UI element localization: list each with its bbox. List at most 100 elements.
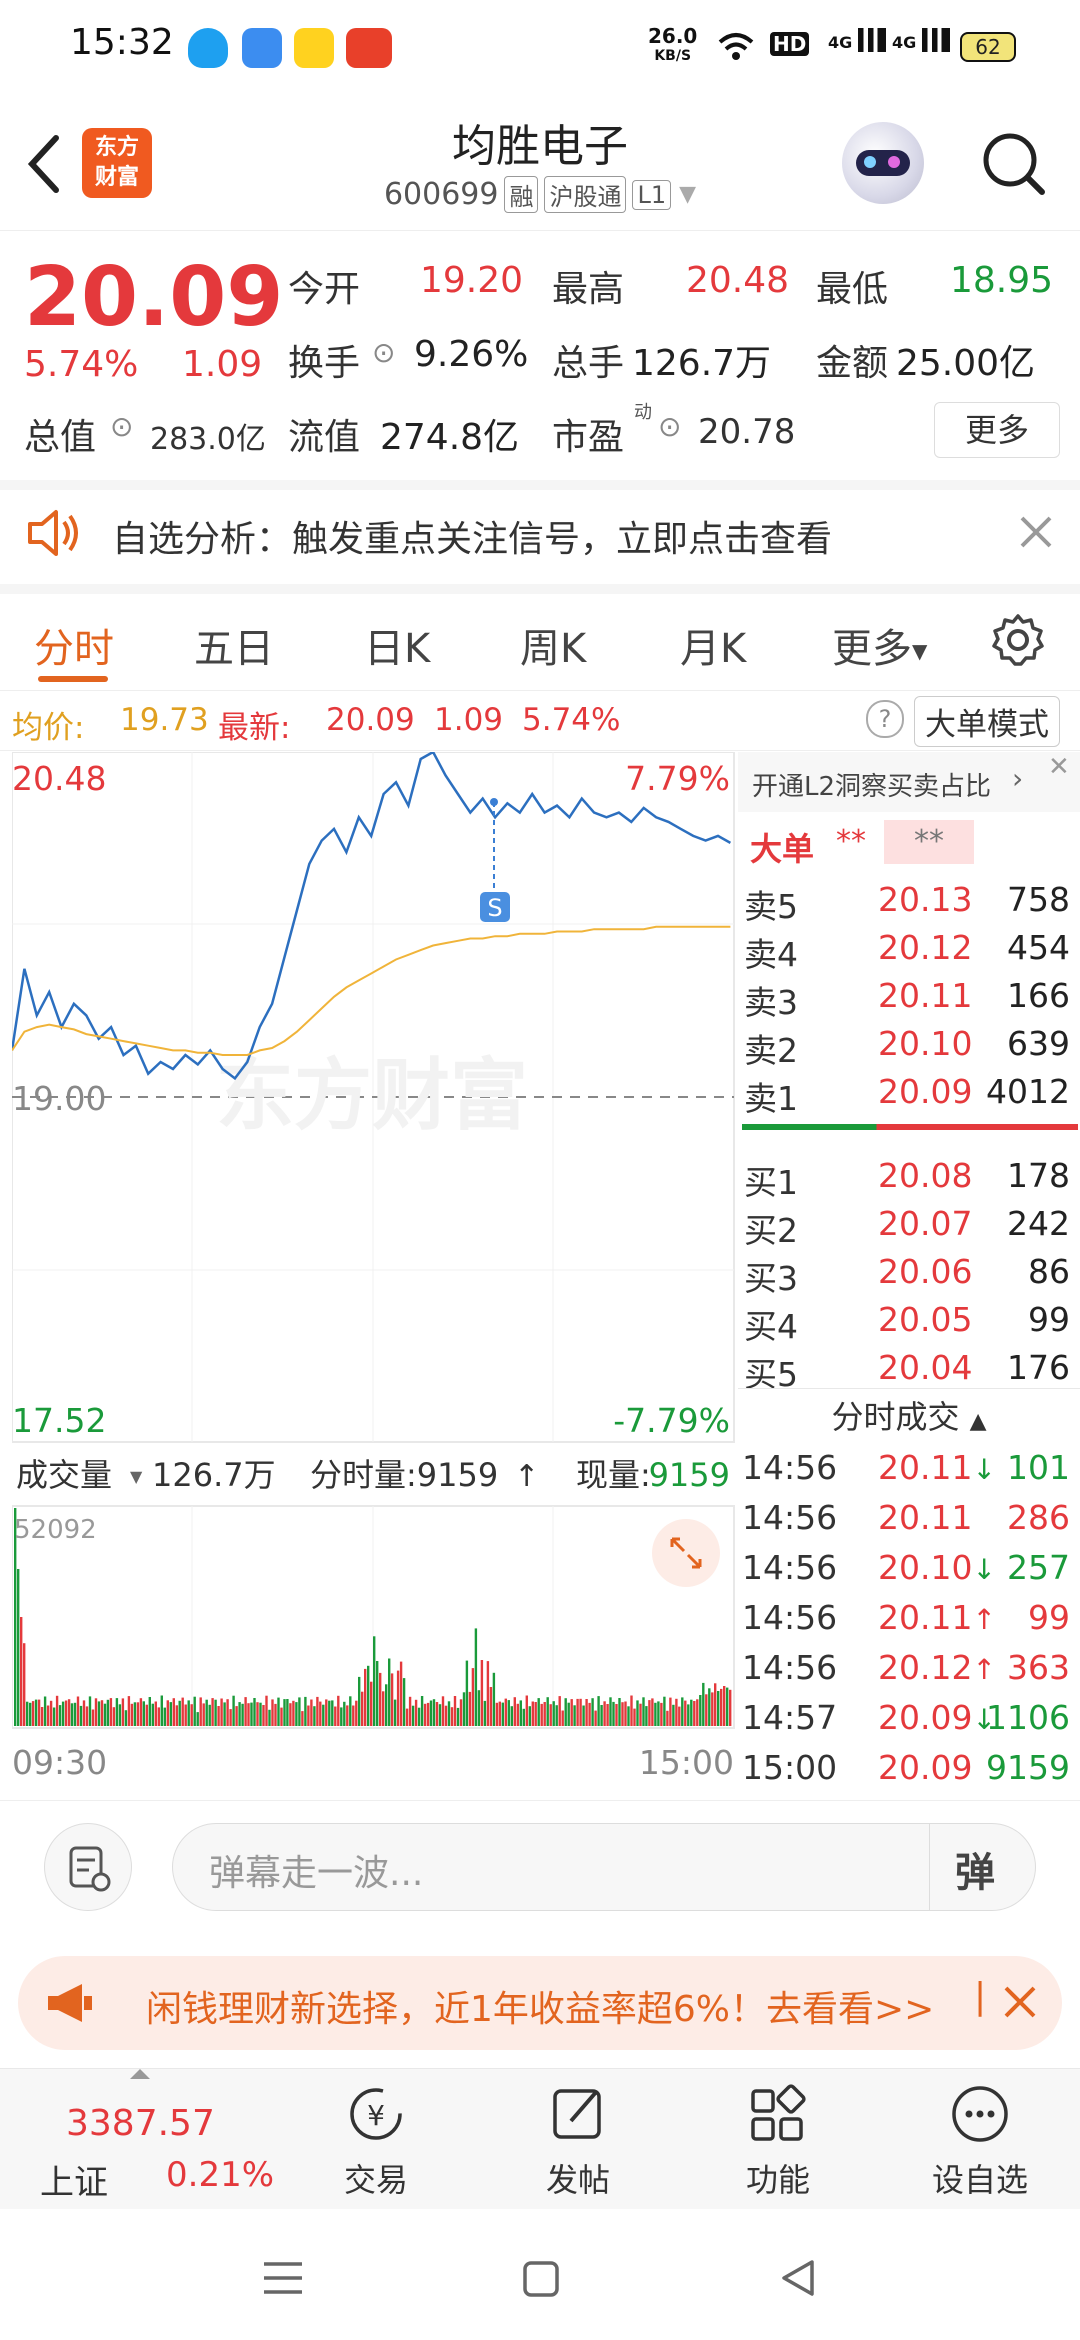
volume-bar [271,1699,274,1726]
volume-bar [190,1704,193,1726]
volume-bar [355,1700,358,1726]
volume-bar [447,1701,451,1726]
ask-row[interactable]: 卖2 20.10 639 [738,1024,1078,1072]
info-icon[interactable]: ⊙ [658,410,681,443]
app-feather-icon [242,28,282,68]
tab-weekly-k[interactable]: 周K [520,616,586,674]
ask-row[interactable]: 卖1 20.09 4012 [738,1072,1078,1120]
bid-list: 买1 20.08 178 买2 20.07 242 买3 20.06 86 买4 20.05 99 买5… [738,1152,1080,1396]
danmu-input[interactable]: 弹幕走一波... 弹 [172,1823,1036,1911]
tab-more[interactable]: 更多▼ [832,616,927,674]
volume-bar [49,1700,53,1726]
back-nav-icon[interactable] [778,2258,818,2298]
promo-banner[interactable]: 闲钱理财新选择，近1年收益率超6%！去看看>> | [18,1956,1062,2050]
trade-row: 15:00 20.09 9159 [738,1748,1078,1798]
volume-bar [202,1703,205,1726]
add-watchlist-label: 设自选 [931,2161,1028,2199]
volume-selector[interactable]: 成交量 [16,1456,112,1494]
bottom-toolbar: 3387.57 上证 0.21% ¥ 交易 发帖 功能 设自选 [0,2068,1080,2209]
tab-five-day[interactable]: 五日 [194,616,274,674]
tab-monthly-k[interactable]: 月K [680,616,746,674]
float-label: 流值 [288,417,361,458]
volume-bar [600,1705,603,1726]
menu-icon[interactable] [262,2260,304,2296]
volume-label: 总手 [552,343,625,384]
more-dots-icon [952,2086,1008,2142]
volume-bar [265,1695,268,1726]
bid-row[interactable]: 买4 20.05 99 [738,1300,1078,1348]
volume-bar [358,1676,361,1726]
trades-title[interactable]: 分时成交 ▲ [738,1392,1080,1438]
volume-bar [591,1698,594,1726]
volume-bar [567,1702,570,1726]
help-icon[interactable]: ? [866,700,904,738]
volume-bar [313,1706,316,1726]
volume-bar [540,1703,543,1726]
danmu-send-button[interactable]: 弹 [955,1840,995,1898]
volume-bar [687,1704,690,1726]
volume-bar [106,1699,110,1726]
trade-button[interactable]: ¥ 交易 [306,2081,446,2201]
axis-top-price: 20.48 [12,759,106,798]
net-speed: 26.0 KB/S [648,26,697,66]
order-level-label: 卖5 [744,887,798,926]
volume-bar [720,1688,723,1726]
bid-ask-ratio-bar [742,1124,1078,1130]
volume-bar [561,1710,564,1726]
more-button[interactable]: 更多 [934,402,1060,458]
close-icon[interactable] [1018,514,1054,550]
search-icon[interactable] [978,128,1048,198]
l2-banner[interactable]: 开通L2洞察买卖占比 › ✕ [738,752,1080,812]
volume-bar [693,1701,696,1726]
info-icon[interactable]: ⊙ [372,336,395,369]
volume-bar [307,1705,310,1726]
big-order-mode-button[interactable]: 大单模式 [914,696,1060,747]
volume-bar [133,1702,137,1726]
volume-bar [450,1707,454,1726]
trade-volume: 101 [1007,1448,1070,1487]
volume-bar [696,1699,699,1726]
volume-bar [501,1702,504,1726]
volume-bar [414,1699,418,1726]
home-icon[interactable] [522,2260,560,2298]
ask-row[interactable]: 卖4 20.12 454 [738,928,1078,976]
features-button[interactable]: 功能 [708,2081,848,2201]
volume-bar [160,1695,163,1726]
order-volume: 99 [1028,1300,1070,1339]
volume-bar [103,1703,107,1726]
info-icon[interactable]: ⊙ [110,410,133,443]
tab-intraday[interactable]: 分时 [34,616,114,674]
volume-bar [651,1698,654,1726]
volume-bar [178,1700,181,1726]
volume-bar [325,1699,328,1726]
volume-bar [127,1696,131,1726]
danmu-placeholder: 弹幕走一波... [209,1853,424,1894]
add-watchlist-button[interactable]: 设自选 [910,2081,1050,2201]
volume-bar [214,1699,217,1726]
volume-bar [17,1569,20,1726]
bid-row[interactable]: 买1 20.08 178 [738,1156,1078,1204]
ask-row[interactable]: 卖5 20.13 758 [738,880,1078,928]
danmu-settings-icon[interactable] [44,1823,132,1911]
post-button[interactable]: 发帖 [508,2081,648,2201]
volume-bar [675,1698,678,1726]
low-label: 最低 [816,269,889,310]
volume-bar [669,1697,672,1726]
index-widget[interactable]: 3387.57 上证 0.21% [30,2069,290,2209]
volume-bar [232,1695,235,1726]
tab-daily-k[interactable]: 日K [364,616,430,674]
analysis-alert[interactable]: 自选分析：触发重点关注信号，立即点击查看 [0,480,1080,594]
avg-label: 均价: [12,710,85,746]
close-icon[interactable]: ✕ [1048,752,1070,782]
ai-robot-icon[interactable] [842,122,924,204]
expand-icon[interactable] [652,1519,720,1587]
close-icon[interactable] [1002,1984,1038,2020]
bid-row[interactable]: 买2 20.07 242 [738,1204,1078,1252]
trades-title-text: 分时成交 [831,1398,960,1436]
settings-gear-icon[interactable] [990,612,1046,668]
bid-row[interactable]: 买3 20.06 86 [738,1252,1078,1300]
volume-bar [405,1708,409,1726]
intraday-chart[interactable]: 东方财富 S 20.48 7.79% 19.00 17.52 -7.79% 成交… [12,752,736,1792]
ask-row[interactable]: 卖3 20.11 166 [738,976,1078,1024]
grid-apps-icon [751,2084,806,2141]
